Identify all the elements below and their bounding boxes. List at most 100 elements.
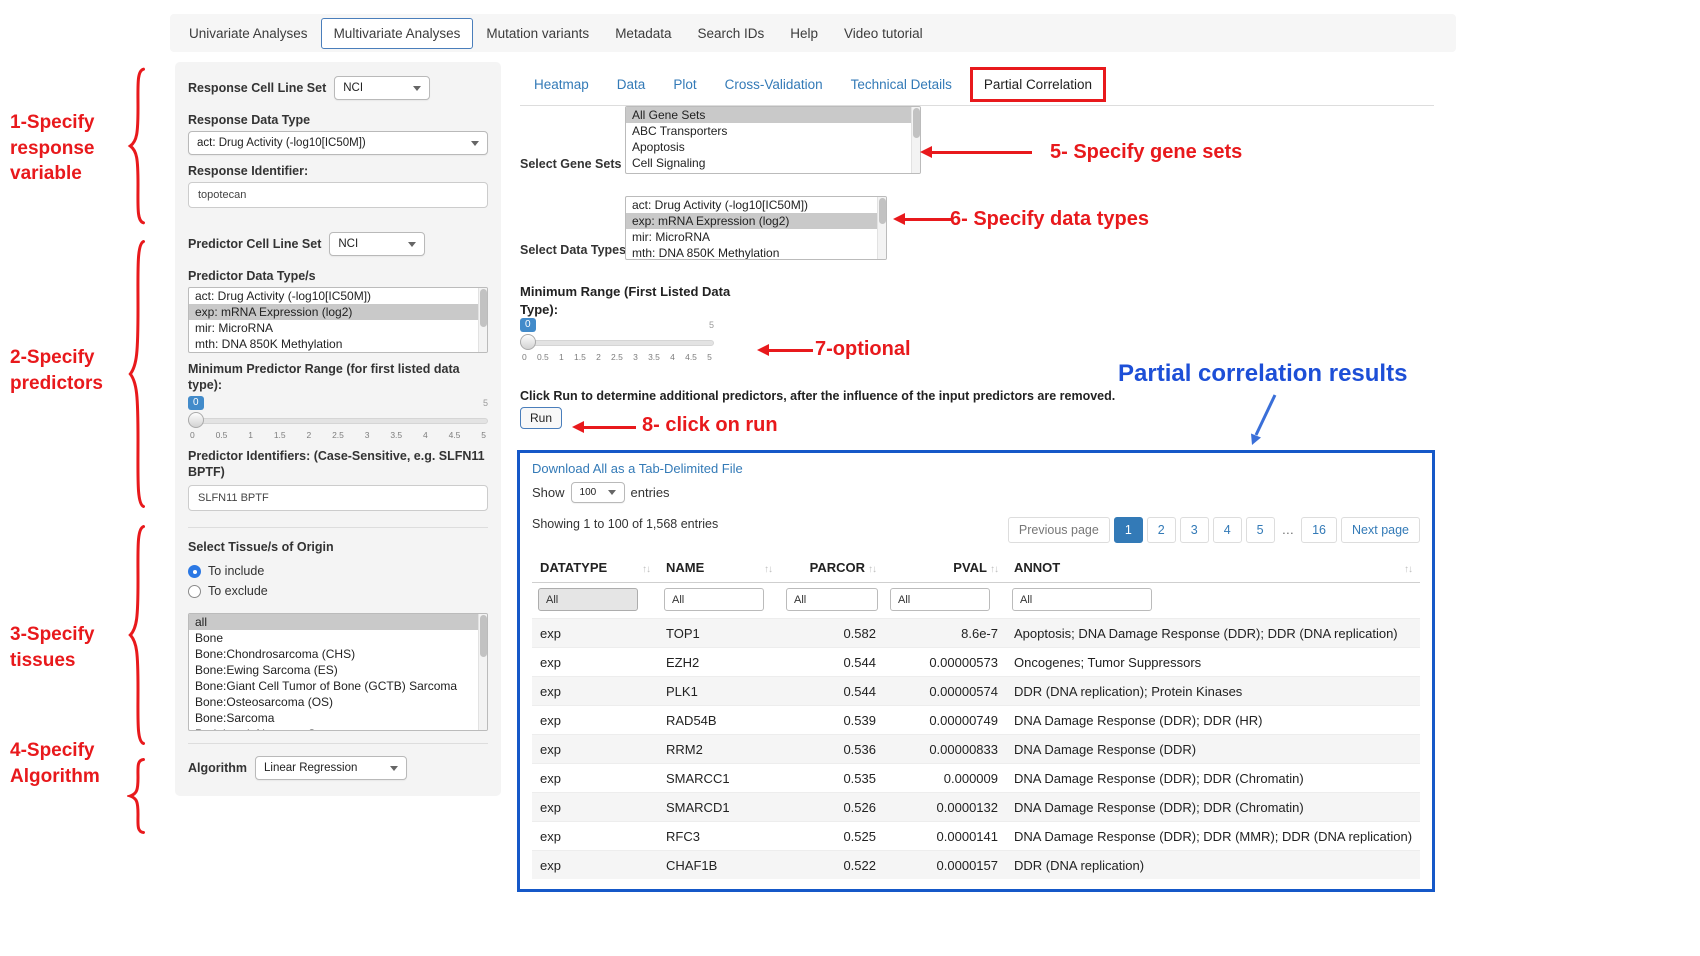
slider-tick-label: 2.5	[332, 430, 344, 440]
page-size-select[interactable]: 100	[571, 482, 625, 503]
nav-item[interactable]: Metadata	[602, 18, 684, 49]
listbox-option[interactable]: Peripheral_Nervous_System	[189, 726, 487, 731]
predictor-data-types-listbox[interactable]: act: Drug Activity (-log10[IC50M]) exp: …	[188, 287, 488, 353]
table-row[interactable]: exp SMARCC1 0.535 0.000009 DNA Damage Re…	[532, 763, 1420, 792]
predictor-cell-line-set-select[interactable]: NCI	[329, 232, 425, 256]
table-row[interactable]: exp PLK1 0.544 0.00000574 DDR (DNA repli…	[532, 676, 1420, 705]
slider-handle[interactable]	[520, 334, 536, 350]
page-button[interactable]: Next page	[1341, 517, 1420, 543]
filter-input-pval[interactable]	[890, 588, 990, 611]
results-tab[interactable]: Heatmap	[520, 68, 603, 101]
listbox-option[interactable]: all	[189, 614, 487, 630]
scrollbar-thumb[interactable]	[480, 615, 487, 657]
annotation-step-6: 6- Specify data types	[950, 208, 1149, 231]
table-row[interactable]: exp RFC3 0.525 0.0000141 DNA Damage Resp…	[532, 821, 1420, 850]
listbox-option[interactable]: exp: mRNA Expression (log2)	[626, 213, 886, 229]
listbox-option[interactable]: All Gene Sets	[626, 107, 920, 123]
page-button[interactable]: …	[1279, 518, 1298, 542]
scrollbar[interactable]	[877, 197, 886, 259]
nav-item[interactable]: Mutation variants	[473, 18, 602, 49]
filter-input-datatype[interactable]	[538, 588, 638, 611]
chevron-down-icon	[408, 242, 416, 247]
column-header-annot[interactable]: ANNOT	[1006, 553, 1420, 582]
slider-tick-label: 4.5	[449, 430, 461, 440]
nav-item[interactable]: Help	[777, 18, 831, 49]
page-button[interactable]: 16	[1301, 517, 1337, 543]
filter-input-annot[interactable]	[1012, 588, 1152, 611]
listbox-option[interactable]: Bone:Sarcoma	[189, 710, 487, 726]
predictor-identifiers-input[interactable]	[188, 485, 488, 511]
algorithm-select[interactable]: Linear Regression	[255, 756, 407, 780]
filter-input-parcor[interactable]	[786, 588, 878, 611]
results-tab[interactable]: Plot	[659, 68, 710, 101]
filter-input-name[interactable]	[664, 588, 764, 611]
listbox-option[interactable]: Bone:Chondrosarcoma (CHS)	[189, 646, 487, 662]
table-row[interactable]: exp EZH2 0.544 0.00000573 Oncogenes; Tum…	[532, 647, 1420, 676]
listbox-option[interactable]: mth: DNA 850K Methylation	[189, 336, 487, 352]
scrollbar-thumb[interactable]	[913, 108, 920, 138]
results-tab[interactable]: Cross-Validation	[711, 68, 837, 101]
listbox-option[interactable]: Bone:Ewing Sarcoma (ES)	[189, 662, 487, 678]
table-row[interactable]: exp RRM2 0.536 0.00000833 DNA Damage Res…	[532, 734, 1420, 763]
table-row[interactable]: exp CHAF1B 0.522 0.0000157 DDR (DNA repl…	[532, 850, 1420, 879]
run-button[interactable]: Run	[520, 407, 562, 429]
page-button[interactable]: 3	[1180, 517, 1209, 543]
column-header-pval[interactable]: PVAL	[884, 553, 1006, 582]
listbox-option[interactable]: Cell Signaling	[626, 155, 920, 171]
scrollbar-thumb[interactable]	[480, 289, 487, 327]
listbox-option[interactable]: Apoptosis	[626, 139, 920, 155]
response-cell-line-set-select[interactable]: NCI	[334, 76, 430, 100]
listbox-option[interactable]: Bone:Giant Cell Tumor of Bone (GCTB) Sar…	[189, 678, 487, 694]
column-header-datatype[interactable]: DATATYPE	[532, 553, 658, 582]
scrollbar-thumb[interactable]	[879, 198, 886, 224]
tissue-listbox[interactable]: all Bone Bone:Chondrosarcoma (CHS) Bone:…	[188, 613, 488, 731]
download-link[interactable]: Download All as a Tab-Delimited File	[532, 461, 1420, 476]
page-button[interactable]: 4	[1213, 517, 1242, 543]
min-range-slider[interactable]: 0 5 00.511.522.533.544.55	[520, 318, 714, 364]
blue-arrow-icon	[1244, 392, 1280, 450]
slider-track[interactable]	[188, 418, 488, 424]
min-predictor-range-slider[interactable]: 0 5 00.511.522.533.544.55	[188, 396, 488, 442]
listbox-option[interactable]: mir: MicroRNA	[626, 229, 886, 245]
listbox-option[interactable]: ABC Transporters	[626, 123, 920, 139]
results-tab[interactable]: Partial Correlation	[970, 67, 1106, 102]
radio-icon	[188, 585, 201, 598]
scrollbar[interactable]	[478, 288, 487, 352]
cell-pval: 0.00000749	[884, 706, 1006, 734]
page-button[interactable]: 5	[1246, 517, 1275, 543]
cell-name: CHAF1B	[658, 851, 780, 879]
scrollbar[interactable]	[478, 614, 487, 730]
gene-sets-listbox[interactable]: All Gene Sets ABC Transporters Apoptosis…	[625, 106, 921, 174]
listbox-option[interactable]: Bone	[189, 630, 487, 646]
chevron-down-icon	[471, 141, 479, 146]
listbox-option[interactable]: act: Drug Activity (-log10[IC50M])	[626, 197, 886, 213]
results-tab[interactable]: Data	[603, 68, 660, 101]
page-button[interactable]: Previous page	[1008, 517, 1110, 543]
tissue-radio-option[interactable]: To exclude	[188, 581, 488, 601]
table-row[interactable]: exp TOP1 0.582 8.6e-7 Apoptosis; DNA Dam…	[532, 618, 1420, 647]
listbox-option[interactable]: mir: MicroRNA	[189, 320, 487, 336]
listbox-option[interactable]: exp: mRNA Expression (log2)	[189, 304, 487, 320]
chevron-down-icon	[608, 490, 616, 495]
nav-item[interactable]: Search IDs	[684, 18, 777, 49]
nav-item[interactable]: Univariate Analyses	[176, 18, 321, 49]
table-row[interactable]: exp SMARCD1 0.526 0.0000132 DNA Damage R…	[532, 792, 1420, 821]
nav-item[interactable]: Video tutorial	[831, 18, 936, 49]
response-data-type-select[interactable]: act: Drug Activity (-log10[IC50M])	[188, 131, 488, 155]
listbox-option[interactable]: Bone:Osteosarcoma (OS)	[189, 694, 487, 710]
table-row[interactable]: exp RAD54B 0.539 0.00000749 DNA Damage R…	[532, 705, 1420, 734]
listbox-option[interactable]: act: Drug Activity (-log10[IC50M])	[189, 288, 487, 304]
response-identifier-input[interactable]	[188, 182, 488, 208]
results-tab[interactable]: Technical Details	[837, 68, 966, 101]
page-button[interactable]: 2	[1147, 517, 1176, 543]
nav-item[interactable]: Multivariate Analyses	[321, 18, 474, 49]
scrollbar[interactable]	[911, 107, 920, 173]
column-header-parcor[interactable]: PARCOR	[780, 553, 884, 582]
listbox-option[interactable]: mth: DNA 850K Methylation	[626, 245, 886, 260]
slider-handle[interactable]	[188, 412, 204, 428]
page-button[interactable]: 1	[1114, 517, 1143, 543]
data-types-listbox[interactable]: act: Drug Activity (-log10[IC50M]) exp: …	[625, 196, 887, 260]
column-header-name[interactable]: NAME	[658, 553, 780, 582]
tissue-radio-option[interactable]: To include	[188, 561, 488, 581]
slider-track[interactable]	[520, 340, 714, 346]
